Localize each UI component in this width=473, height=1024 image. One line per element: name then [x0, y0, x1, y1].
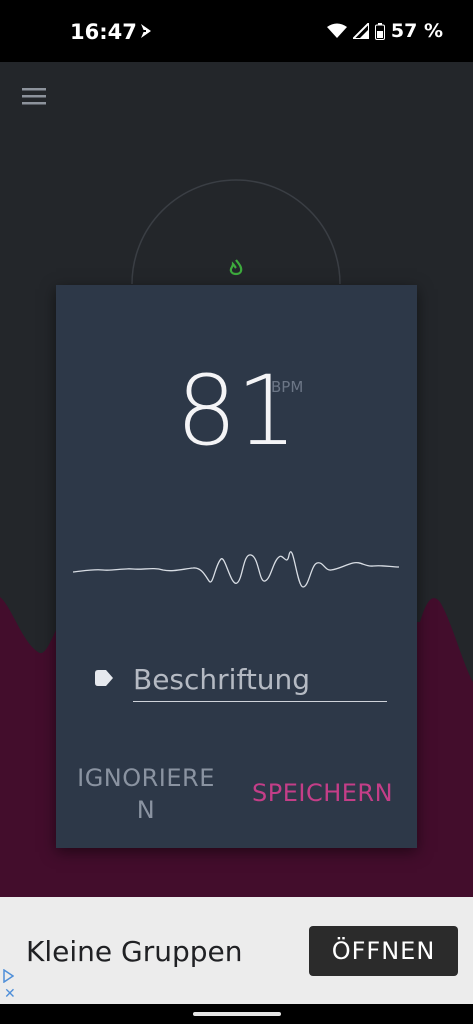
label-input[interactable] — [133, 657, 387, 702]
navigation-bar — [0, 1004, 473, 1024]
bpm-unit: BPM — [271, 378, 304, 396]
ad-banner[interactable]: Kleine Gruppen ÖFFNEN ✕ — [0, 897, 473, 1004]
signal-icon — [352, 23, 369, 39]
wifi-icon — [326, 23, 347, 38]
ad-title[interactable]: Kleine Gruppen — [26, 935, 243, 968]
save-button[interactable]: SPEICHERN — [252, 779, 393, 807]
notification-icon — [139, 24, 151, 38]
measurement-dialog: 81 BPM IGNORIERE N SPEICHERN — [56, 285, 417, 848]
tag-icon — [95, 670, 113, 686]
flame-icon — [229, 259, 243, 276]
battery-icon — [374, 22, 385, 40]
home-indicator[interactable] — [193, 1012, 281, 1016]
battery-percent: 57 % — [390, 20, 443, 42]
ad-open-button[interactable]: ÖFFNEN — [309, 926, 458, 976]
pulse-waveform — [73, 551, 399, 588]
status-time: 16:47 — [70, 20, 137, 44]
ad-choices-icon[interactable] — [2, 969, 14, 983]
ignore-button[interactable]: IGNORIERE N — [70, 762, 222, 826]
close-icon[interactable]: ✕ — [4, 985, 16, 1002]
status-bar: 16:47 57 % — [0, 0, 473, 62]
status-icons: 57 % — [326, 20, 443, 42]
